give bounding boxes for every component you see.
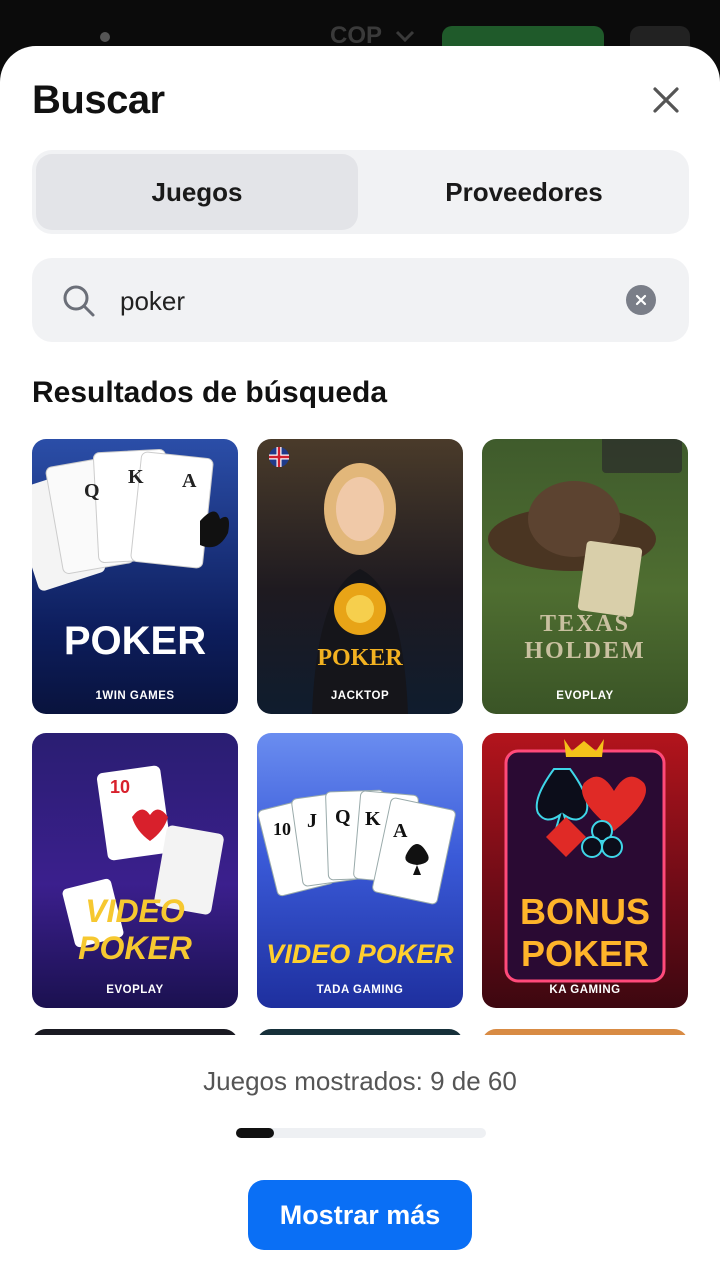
currency-label: COP <box>330 22 382 49</box>
svg-text:J: J <box>307 810 317 832</box>
svg-text:Q: Q <box>84 480 100 502</box>
game-provider: TADA GAMING <box>316 984 404 996</box>
royal-flush-cards-image: 10 J Q K A <box>257 789 456 905</box>
svg-text:K: K <box>128 466 144 488</box>
game-provider: KA GAMING <box>549 984 621 996</box>
dealer-image <box>312 463 408 714</box>
game-provider: 1WIN GAMES <box>95 690 175 702</box>
svg-text:10: 10 <box>110 777 130 797</box>
search-box <box>32 258 689 342</box>
cowboy-hat-image <box>488 439 682 618</box>
svg-text:A: A <box>182 470 197 492</box>
header-dot <box>100 32 110 42</box>
game-card[interactable]: TEXAS HOLDEM EVOPLAY <box>482 439 688 714</box>
search-input[interactable] <box>118 278 622 324</box>
game-card-peek <box>482 1029 688 1035</box>
tab-juegos[interactable]: Juegos <box>36 154 358 230</box>
game-provider: EVOPLAY <box>556 690 614 702</box>
games-shown-count: Juegos mostrados: 9 de 60 <box>203 1066 517 1096</box>
clear-search-button[interactable] <box>626 285 656 315</box>
load-progress-bar <box>236 1128 486 1138</box>
results-grid: Q K A POKER 1WIN GAMES POKER JACKTOP TEX… <box>32 439 692 1035</box>
results-heading: Resultados de búsqueda <box>32 376 388 409</box>
game-title: VIDEO POKER <box>78 893 192 966</box>
chevron-down-icon <box>396 30 415 43</box>
game-card-peek <box>257 1029 463 1035</box>
game-provider: EVOPLAY <box>106 984 164 996</box>
svg-text:K: K <box>365 808 381 830</box>
svg-text:10: 10 <box>273 819 291 839</box>
game-card-peek <box>32 1029 238 1035</box>
game-provider: JACKTOP <box>330 690 390 702</box>
flag-uk-icon <box>269 447 289 467</box>
game-title: POKER <box>63 619 207 663</box>
show-more-button[interactable]: Mostrar más <box>248 1180 472 1250</box>
search-icon <box>63 285 95 317</box>
clear-icon <box>635 294 647 306</box>
playing-cards-image: Q K A <box>32 448 229 591</box>
close-icon <box>653 87 679 113</box>
game-card[interactable]: 10 J Q K A VIDEO POKER TADA GAMING <box>257 733 463 1008</box>
tab-bar: Juegos Proveedores <box>32 150 689 234</box>
game-title: POKER <box>317 645 403 671</box>
svg-text:Q: Q <box>335 806 351 828</box>
game-title: BONUS POKER <box>519 891 650 974</box>
game-card[interactable]: Q K A POKER 1WIN GAMES <box>32 439 238 714</box>
load-progress-fill <box>236 1128 274 1138</box>
search-modal: Buscar Juegos Proveedores Resultados de … <box>0 46 720 1280</box>
game-card[interactable]: POKER JACKTOP <box>257 439 463 714</box>
svg-text:A: A <box>393 820 408 842</box>
close-button[interactable] <box>642 76 690 124</box>
game-card[interactable]: 10 VIDEO POKER EVOPLAY <box>32 733 238 1008</box>
modal-title: Buscar <box>32 78 165 122</box>
game-title: VIDEO POKER <box>266 939 454 969</box>
game-card[interactable]: BONUS POKER KA GAMING <box>482 733 688 1008</box>
game-title: TEXAS HOLDEM <box>524 611 646 664</box>
tab-proveedores[interactable]: Proveedores <box>363 154 685 230</box>
